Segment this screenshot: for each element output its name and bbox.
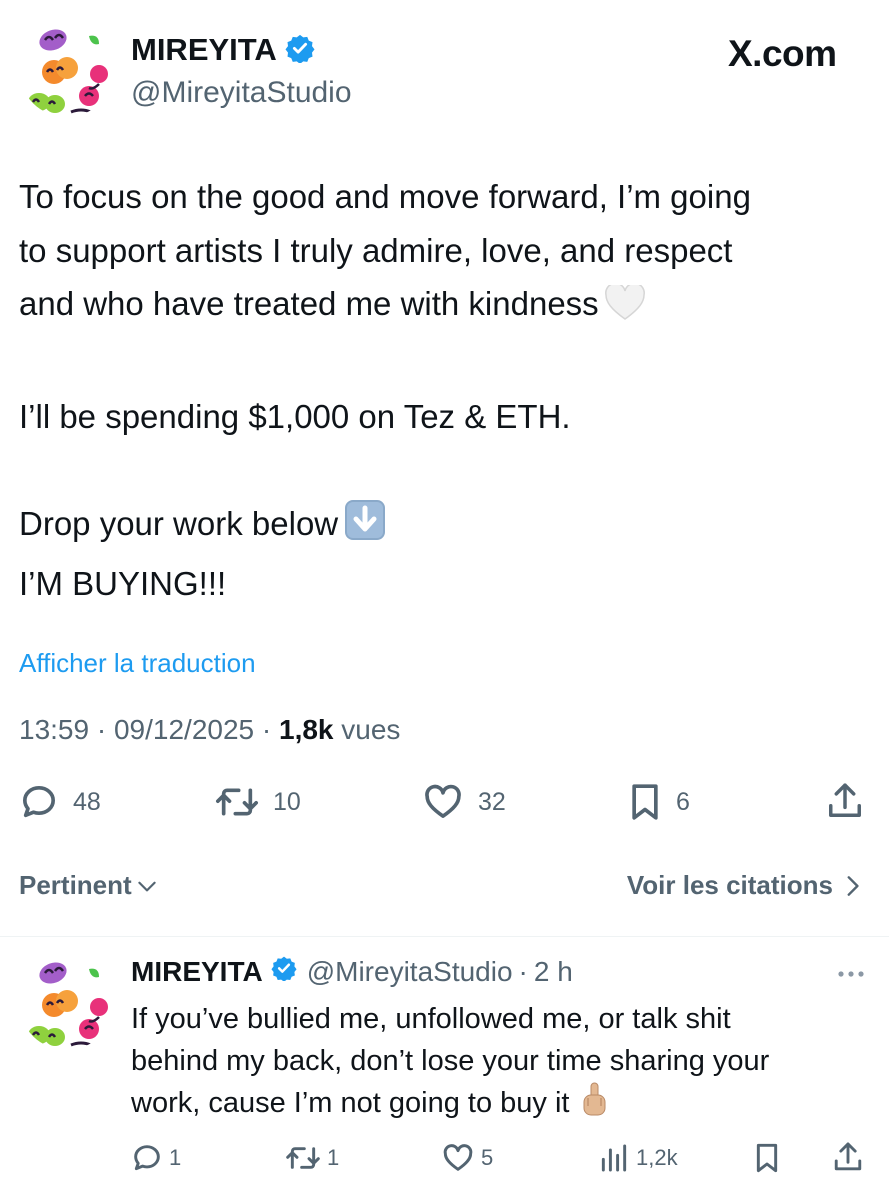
like-icon xyxy=(425,784,461,818)
reply-line: work, cause I’m not going to buy it xyxy=(131,1082,871,1130)
like-button[interactable]: 32 xyxy=(422,782,506,822)
reply-time[interactable]: 2 h xyxy=(534,956,573,988)
bookmark-icon xyxy=(756,1143,778,1173)
middle-finger-emoji-icon xyxy=(579,1082,609,1130)
avatar-cherries-illustration xyxy=(28,29,108,114)
tweet-line-text: Drop your work below xyxy=(19,505,339,542)
tweet-line-text: and who have treated me with kindness xyxy=(19,285,599,322)
show-translation-link[interactable]: Afficher la traduction xyxy=(19,648,256,679)
white-heart-emoji-icon xyxy=(604,282,645,337)
tweet-actions: 48 10 32 6 xyxy=(0,780,889,824)
meta-separator: · xyxy=(261,714,272,745)
reply-like-count: 5 xyxy=(481,1145,494,1170)
reply-button[interactable]: 48 xyxy=(19,782,101,822)
share-button[interactable] xyxy=(826,780,864,822)
repost-icon xyxy=(216,788,258,816)
bookmark-button[interactable]: 6 xyxy=(628,782,690,822)
like-icon xyxy=(443,1144,473,1171)
reply-views-count: 1,2k xyxy=(636,1145,678,1170)
reply-reply-button[interactable]: 1 xyxy=(131,1142,181,1174)
views-label: vues xyxy=(341,714,401,745)
reply-actions: 1 1 5 1,2k xyxy=(0,1140,889,1176)
divider xyxy=(0,936,889,937)
x-brand-watermark: X.com xyxy=(728,33,837,74)
reply-icon xyxy=(134,1145,160,1171)
sort-dropdown[interactable]: Pertinent xyxy=(19,870,160,901)
repost-count: 10 xyxy=(273,787,301,816)
bookmark-count: 6 xyxy=(676,787,690,816)
chevron-right-icon xyxy=(847,875,859,896)
reply-bookmark-button[interactable] xyxy=(753,1142,781,1174)
tweet-line: to support artists I truly admire, love,… xyxy=(19,231,733,269)
like-count: 32 xyxy=(478,787,506,816)
tweet-meta: 13:59 · 09/12/2025 · 1,8k vues xyxy=(19,714,400,746)
author-handle[interactable]: @MireyitaStudio xyxy=(131,76,352,110)
reply-icon xyxy=(23,786,56,818)
meta-separator: · xyxy=(96,714,107,745)
reply-share-button[interactable] xyxy=(832,1140,864,1174)
tweet-line: I’ll be spending $1,000 on Tez & ETH. xyxy=(19,398,571,435)
avatar-cherries-illustration xyxy=(28,962,108,1047)
reply-author-row[interactable]: MIREYITA @MireyitaStudio · 2 h xyxy=(131,955,573,988)
reply-reply-count: 1 xyxy=(169,1145,182,1170)
tweet-line: Drop your work below xyxy=(19,497,869,557)
more-options-button[interactable] xyxy=(836,966,866,984)
reply-line: If you’ve bullied me, unfollowed me, or … xyxy=(131,1003,731,1035)
quotes-label: Voir les citations xyxy=(626,870,833,900)
tweet-date[interactable]: 09/12/2025 xyxy=(114,714,254,745)
chevron-down-icon xyxy=(138,881,156,891)
views-count: 1,8k xyxy=(279,714,334,745)
author-display-name[interactable]: MIREYITA xyxy=(131,32,277,68)
more-icon xyxy=(838,971,864,977)
verified-badge-icon xyxy=(271,955,297,988)
tweet-line: To focus on the good and move forward, I… xyxy=(19,178,751,215)
reply-like-button[interactable]: 5 xyxy=(441,1142,493,1174)
views-icon xyxy=(601,1144,627,1172)
reply-author-avatar[interactable] xyxy=(19,955,114,1050)
tweet-line: I’M BUYING!!! xyxy=(19,564,227,602)
reply-line: behind my back, don’t lose your time sha… xyxy=(131,1045,770,1077)
reply-views-button[interactable]: 1,2k xyxy=(598,1142,678,1174)
repost-icon xyxy=(286,1147,320,1169)
share-icon xyxy=(834,1142,862,1171)
author-avatar[interactable] xyxy=(19,22,114,117)
reply-line-text: work, cause I’m not going to buy it xyxy=(131,1087,570,1119)
reply-author-handle[interactable]: @MireyitaStudio xyxy=(307,956,513,988)
bookmark-icon xyxy=(632,784,658,820)
share-icon xyxy=(829,783,861,817)
reply-text: If you’ve bullied me, unfollowed me, or … xyxy=(131,998,871,1130)
meta-separator: · xyxy=(518,955,528,987)
sort-label: Pertinent xyxy=(19,870,132,900)
reply-author-display-name[interactable]: MIREYITA xyxy=(131,956,263,988)
verified-badge-icon xyxy=(285,33,315,68)
reply-count: 48 xyxy=(73,787,101,816)
author-handle-row[interactable]: @MireyitaStudio xyxy=(131,76,352,110)
replies-filter-row: Pertinent Voir les citations xyxy=(19,870,865,901)
author-name-row[interactable]: MIREYITA xyxy=(131,32,315,68)
reply-repost-button[interactable]: 1 xyxy=(285,1142,339,1174)
tweet-line: and who have treated me with kindness xyxy=(19,277,869,337)
tweet-time[interactable]: 13:59 xyxy=(19,714,89,745)
repost-button[interactable]: 10 xyxy=(215,782,301,822)
tweet-text: To focus on the good and move forward, I… xyxy=(19,170,869,610)
view-quotes-link[interactable]: Voir les citations xyxy=(627,870,865,901)
down-arrow-emoji-icon xyxy=(344,499,386,557)
reply-repost-count: 1 xyxy=(327,1145,340,1170)
